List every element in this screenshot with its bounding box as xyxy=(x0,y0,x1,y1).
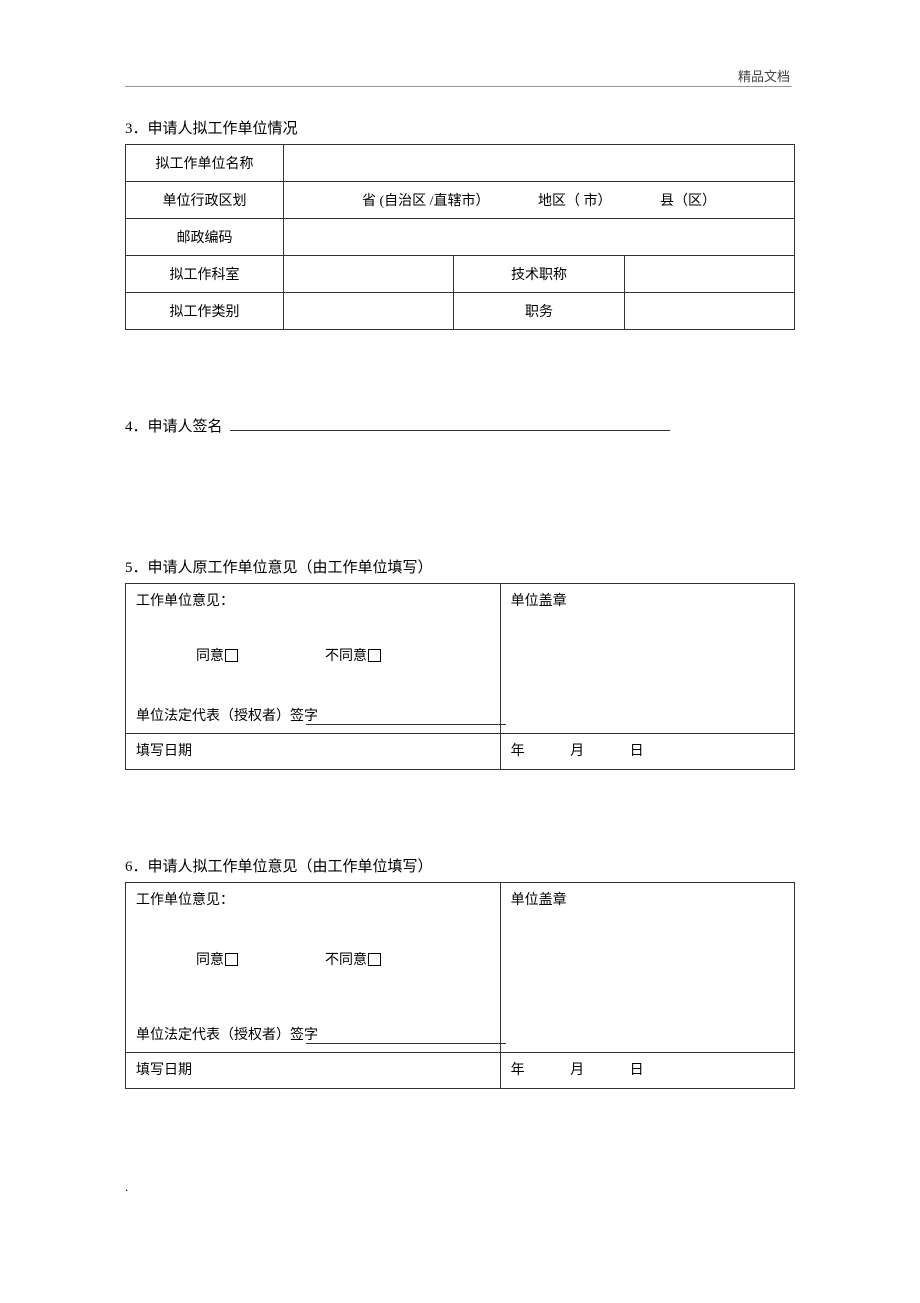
legal-rep-signature-label: 单位法定代表（授权者）签字 xyxy=(136,705,490,725)
table-row: 工作单位意见： 同意 不同意 单位法定代表（授权者）签字 单位盖章 xyxy=(126,584,795,734)
table-row: 拟工作单位名称 xyxy=(126,145,795,182)
applicant-signature-field[interactable] xyxy=(230,430,670,431)
admin-division-field[interactable]: 省 (自治区 /直辖市） 地区（ 市） 县（区） xyxy=(284,182,795,219)
disagree-label: 不同意 xyxy=(325,649,367,664)
day-label: 日 xyxy=(630,1059,686,1079)
section-5-heading: 5．申请人原工作单位意见（由工作单位填写） xyxy=(125,556,795,577)
section-3-number: 3． xyxy=(125,121,148,137)
position-field[interactable] xyxy=(624,293,794,330)
postcode-field[interactable] xyxy=(284,219,795,256)
footer-dot: . xyxy=(125,1179,795,1195)
unit-seal-cell[interactable]: 单位盖章 xyxy=(500,883,794,1053)
disagree-checkbox[interactable] xyxy=(368,649,381,662)
original-unit-opinion-cell: 工作单位意见： 同意 不同意 单位法定代表（授权者）签字 xyxy=(126,584,501,734)
table-row: 填写日期 年 月 日 xyxy=(126,1053,795,1089)
section-6-number: 6． xyxy=(125,859,148,875)
fill-date-label-cell: 填写日期 xyxy=(126,1053,501,1089)
section-4-title: 申请人签名 xyxy=(148,419,223,435)
legal-rep-signature-field[interactable] xyxy=(306,724,506,725)
unit-name-field[interactable] xyxy=(284,145,795,182)
section-5-number: 5． xyxy=(125,560,148,576)
table-row: 工作单位意见： 同意 不同意 单位法定代表（授权者）签字 单位盖章 xyxy=(126,883,795,1053)
work-category-field[interactable] xyxy=(284,293,454,330)
unit-name-label: 拟工作单位名称 xyxy=(126,145,284,182)
tech-title-field[interactable] xyxy=(624,256,794,293)
section-4: 4．申请人签名 xyxy=(125,415,795,436)
tech-title-label: 技术职称 xyxy=(454,256,624,293)
admin-division-label: 单位行政区划 xyxy=(126,182,284,219)
section-5: 5．申请人原工作单位意见（由工作单位填写） 工作单位意见： 同意 不同意 单位法… xyxy=(125,556,795,770)
section-3-title: 申请人拟工作单位情况 xyxy=(148,121,298,137)
unit-seal-cell[interactable]: 单位盖章 xyxy=(500,584,794,734)
section-5-table: 工作单位意见： 同意 不同意 单位法定代表（授权者）签字 单位盖章 填写日期 年 xyxy=(125,583,795,770)
section-6-heading: 6．申请人拟工作单位意见（由工作单位填写） xyxy=(125,855,795,876)
day-label: 日 xyxy=(630,740,686,760)
section-3-table: 拟工作单位名称 单位行政区划 省 (自治区 /直辖市） 地区（ 市） 县（区） … xyxy=(125,144,795,330)
opinion-choice-row: 同意 不同意 xyxy=(196,949,490,969)
agree-checkbox[interactable] xyxy=(225,649,238,662)
section-4-number: 4． xyxy=(125,419,148,435)
section-6-title: 申请人拟工作单位意见（由工作单位填写） xyxy=(148,859,433,875)
legal-rep-signature-field[interactable] xyxy=(306,1043,506,1044)
table-row: 拟工作类别 职务 xyxy=(126,293,795,330)
admin-region-label: 地区（ 市） xyxy=(538,190,657,210)
month-label: 月 xyxy=(570,740,626,760)
unit-seal-label: 单位盖章 xyxy=(511,594,567,609)
proposed-unit-opinion-cell: 工作单位意见： 同意 不同意 单位法定代表（授权者）签字 xyxy=(126,883,501,1053)
section-4-heading: 4．申请人签名 xyxy=(125,419,226,435)
disagree-label: 不同意 xyxy=(325,953,367,968)
agree-label: 同意 xyxy=(196,649,224,664)
year-label: 年 xyxy=(511,740,567,760)
document-page: 精品文档 3．申请人拟工作单位情况 拟工作单位名称 单位行政区划 省 (自治区 … xyxy=(0,0,920,1255)
fill-date-label-cell: 填写日期 xyxy=(126,734,501,770)
table-row: 拟工作科室 技术职称 xyxy=(126,256,795,293)
admin-county-label: 县（区） xyxy=(660,190,716,210)
opinion-choice-row: 同意 不同意 xyxy=(196,645,490,665)
opinion-label: 工作单位意见： xyxy=(136,889,490,909)
work-category-label: 拟工作类别 xyxy=(126,293,284,330)
disagree-checkbox[interactable] xyxy=(368,953,381,966)
header-rule xyxy=(125,86,792,87)
fill-date-field[interactable]: 年 月 日 xyxy=(500,734,794,770)
fill-date-field[interactable]: 年 月 日 xyxy=(500,1053,794,1089)
year-label: 年 xyxy=(511,1059,567,1079)
agree-label: 同意 xyxy=(196,953,224,968)
section-5-title: 申请人原工作单位意见（由工作单位填写） xyxy=(148,560,433,576)
opinion-label: 工作单位意见： xyxy=(136,590,490,610)
legal-rep-signature-label: 单位法定代表（授权者）签字 xyxy=(136,1024,490,1044)
section-3: 3．申请人拟工作单位情况 拟工作单位名称 单位行政区划 省 (自治区 /直辖市）… xyxy=(125,117,795,330)
section-6: 6．申请人拟工作单位意见（由工作单位填写） 工作单位意见： 同意 不同意 单位法… xyxy=(125,855,795,1089)
section-6-table: 工作单位意见： 同意 不同意 单位法定代表（授权者）签字 单位盖章 填写日期 年 xyxy=(125,882,795,1089)
postcode-label: 邮政编码 xyxy=(126,219,284,256)
unit-seal-label: 单位盖章 xyxy=(511,893,567,908)
position-label: 职务 xyxy=(454,293,624,330)
month-label: 月 xyxy=(570,1059,626,1079)
section-3-heading: 3．申请人拟工作单位情况 xyxy=(125,117,795,138)
table-row: 单位行政区划 省 (自治区 /直辖市） 地区（ 市） 县（区） xyxy=(126,182,795,219)
agree-checkbox[interactable] xyxy=(225,953,238,966)
department-field[interactable] xyxy=(284,256,454,293)
department-label: 拟工作科室 xyxy=(126,256,284,293)
table-row: 填写日期 年 月 日 xyxy=(126,734,795,770)
header-watermark: 精品文档 xyxy=(738,66,790,85)
admin-province-label: 省 (自治区 /直辖市） xyxy=(362,190,535,210)
table-row: 邮政编码 xyxy=(126,219,795,256)
